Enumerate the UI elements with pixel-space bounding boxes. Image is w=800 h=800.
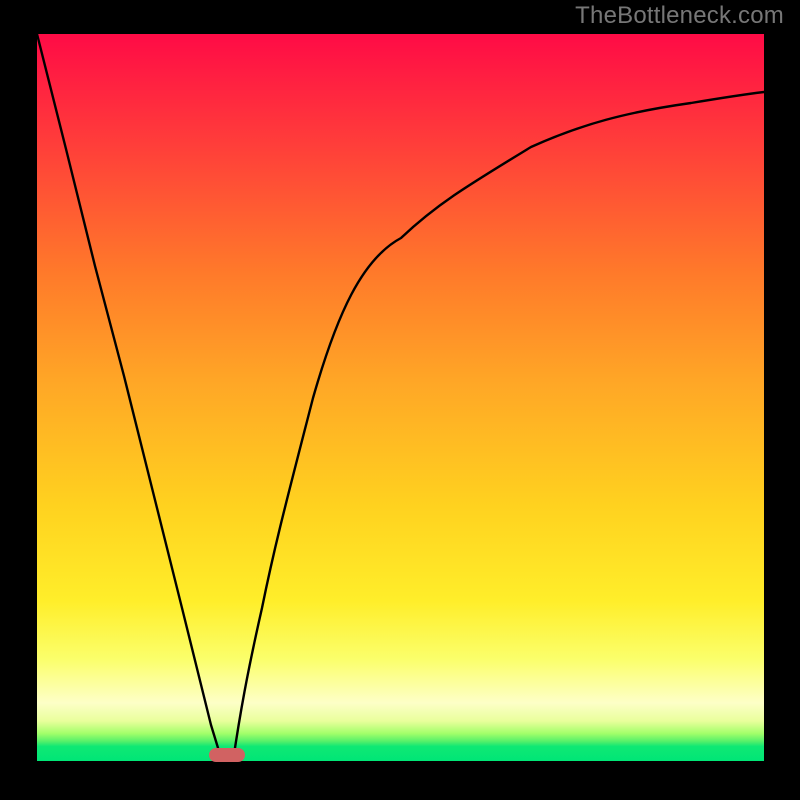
curve-path: [37, 34, 764, 761]
chart-curve-layer: [37, 34, 764, 761]
plot-area: [37, 34, 764, 761]
bottleneck-marker: [209, 748, 245, 762]
chart-frame: TheBottleneck.com: [0, 0, 800, 800]
watermark-text: TheBottleneck.com: [575, 2, 784, 30]
